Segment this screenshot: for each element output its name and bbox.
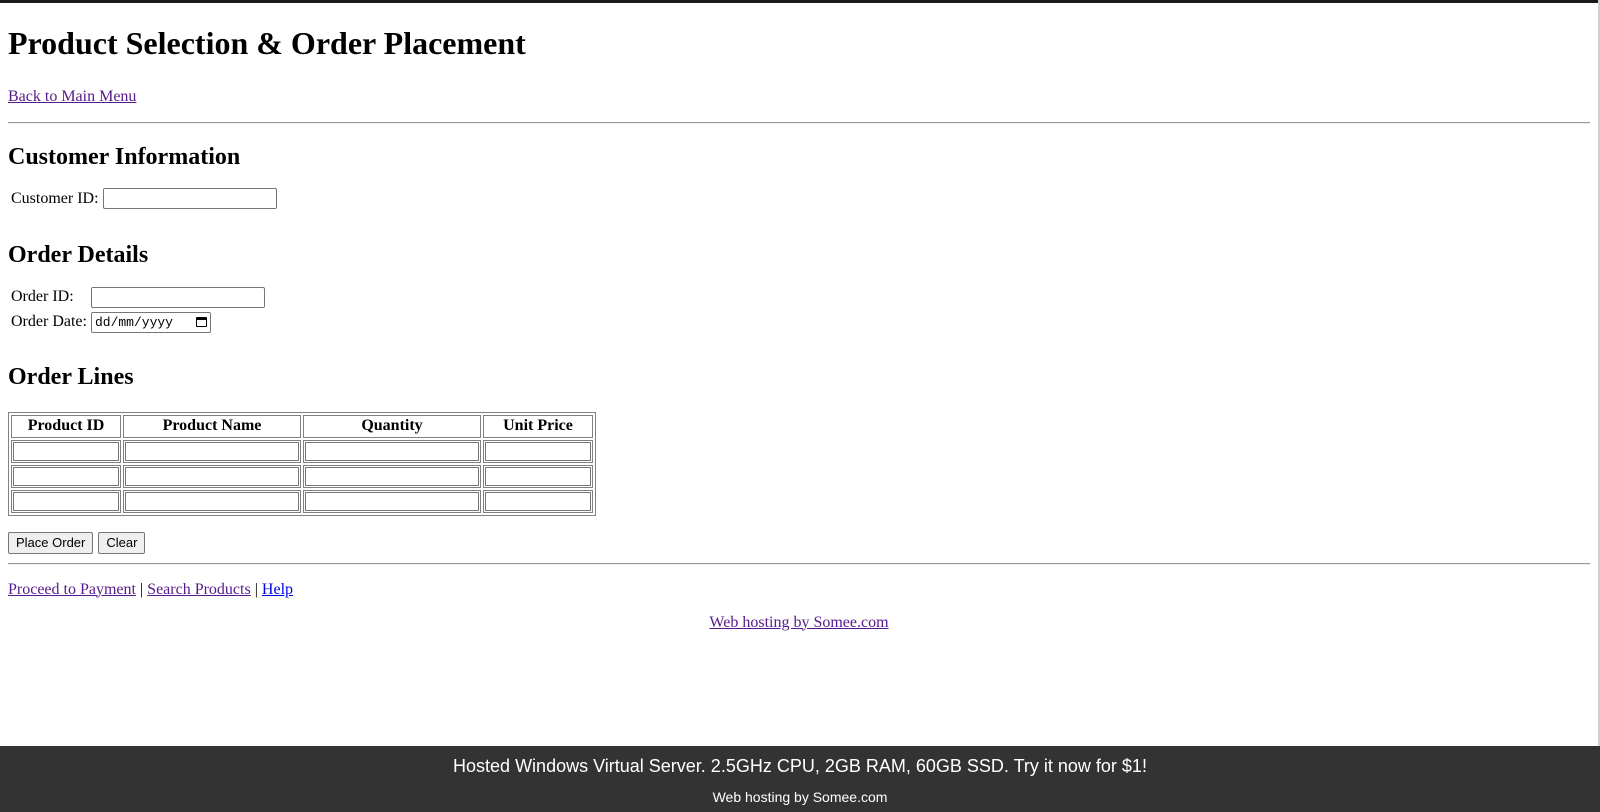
column-header-product-name: Product Name [123,414,301,438]
order-details-heading: Order Details [8,242,149,269]
page-content: Product Selection & Order Placement Back… [8,3,1590,632]
customer-info-heading: Customer Information [8,143,241,170]
product-name-input[interactable] [125,441,299,461]
clear-button[interactable]: Clear [98,531,146,554]
divider-bottom [8,562,1590,565]
product-id-input[interactable] [13,491,119,511]
order-date-input[interactable]: dd/mm/yyyy [90,311,211,333]
customer-form: Customer ID: [8,185,280,212]
banner-headline[interactable]: Hosted Windows Virtual Server. 2.5GHz CP… [0,756,1600,777]
banner-subtext[interactable]: Web hosting by Somee.com [0,789,1600,805]
column-header-product-id: Product ID [11,414,121,438]
column-header-quantity: Quantity [303,414,481,438]
product-id-input[interactable] [13,441,119,461]
product-name-input[interactable] [125,466,299,486]
unit-price-input[interactable] [485,491,591,511]
customer-id-input[interactable] [102,188,277,210]
quantity-input[interactable] [305,441,479,461]
unit-price-input[interactable] [485,441,591,461]
table-row [11,464,593,488]
quantity-input[interactable] [305,466,479,486]
order-id-input[interactable] [90,286,265,308]
back-to-main-menu-link[interactable]: Back to Main Menu [8,88,136,105]
link-separator: | [139,580,144,598]
table-header-row: Product ID Product Name Quantity Unit Pr… [11,414,593,438]
footer-links: Proceed to Payment | Search Products | H… [8,581,1590,599]
order-date-label: Order Date: [11,313,87,331]
unit-price-input[interactable] [485,466,591,486]
place-order-button[interactable]: Place Order [8,531,94,554]
page-title: Product Selection & Order Placement [8,25,526,61]
product-name-input[interactable] [125,491,299,511]
link-separator: | [254,580,258,598]
search-products-link[interactable]: Search Products [147,581,251,598]
help-link[interactable]: Help [262,581,293,598]
table-row [11,489,593,513]
hosting-banner[interactable]: Hosted Windows Virtual Server. 2.5GHz CP… [0,746,1600,812]
table-row [11,439,593,463]
product-id-input[interactable] [13,466,119,486]
column-header-unit-price: Unit Price [483,414,593,438]
calendar-icon[interactable] [195,317,207,328]
order-form: Order ID: Order Date: dd/mm/yyyy [8,284,268,336]
web-hosting-link[interactable]: Web hosting by Somee.com [709,614,888,631]
divider-top [8,121,1590,124]
proceed-to-payment-link[interactable]: Proceed to Payment [8,581,136,598]
order-date-placeholder: dd/mm/yyyy [94,314,173,330]
customer-id-label: Customer ID: [11,189,99,207]
order-lines-table: Product ID Product Name Quantity Unit Pr… [8,411,596,516]
order-id-label: Order ID: [11,288,74,306]
action-buttons: Place Order Clear [8,531,1590,556]
order-lines-heading: Order Lines [8,363,134,390]
quantity-input[interactable] [305,491,479,511]
